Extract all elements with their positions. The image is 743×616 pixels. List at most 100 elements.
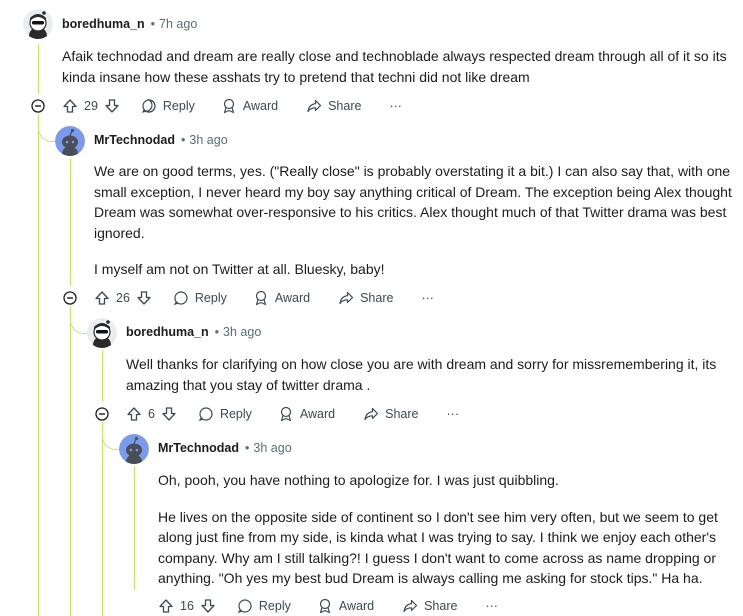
timestamp[interactable]: 3h ago <box>189 133 227 147</box>
award-icon <box>319 598 330 614</box>
timestamp[interactable]: 3h ago <box>223 325 261 339</box>
collapse-button[interactable] <box>63 291 77 305</box>
collapse-button[interactable] <box>31 99 45 113</box>
thread-line-3[interactable] <box>102 350 103 402</box>
reply-label: Reply <box>219 407 252 421</box>
award-icon <box>280 406 292 422</box>
upvote-button[interactable] <box>126 406 142 422</box>
award-button[interactable]: Award <box>317 598 374 614</box>
award-button[interactable]: Award <box>278 406 335 422</box>
avatar[interactable] <box>87 318 117 348</box>
award-button[interactable]: Award <box>253 290 310 306</box>
share-button[interactable]: Share <box>306 98 361 114</box>
comment-actions: 26 Reply Award Share ··· <box>94 288 434 308</box>
vote-count: 26 <box>116 291 130 305</box>
author-name[interactable]: boredhuma_n <box>62 17 145 31</box>
timestamp[interactable]: 7h ago <box>159 17 197 31</box>
more-icon: ··· <box>446 407 460 421</box>
share-button[interactable]: Share <box>338 290 393 306</box>
reply-label: Reply <box>258 599 291 613</box>
more-options-button[interactable]: ··· <box>485 599 498 613</box>
share-label: Share <box>424 599 458 613</box>
comment-body: Afaik technodad and dream are really clo… <box>62 46 732 87</box>
comment-body: Oh, pooh, you have nothing to apologize … <box>158 470 734 589</box>
collapse-icon <box>95 407 109 421</box>
thread-line-2b[interactable] <box>70 306 71 616</box>
downvote-button[interactable] <box>161 406 177 422</box>
avatar[interactable] <box>119 434 149 464</box>
share-icon <box>403 599 418 613</box>
snoo-avatar-icon <box>87 318 117 348</box>
collapse-icon <box>31 99 45 113</box>
thread-line-1b[interactable] <box>38 114 39 616</box>
thread-connector-2 <box>38 114 55 142</box>
separator-dot: • <box>214 325 220 339</box>
award-label: Award <box>274 291 311 305</box>
thread-connector-3 <box>70 306 87 334</box>
thread-line-4[interactable] <box>134 466 135 590</box>
comment-header: MrTechnodad • 3h ago <box>158 438 292 458</box>
downvote-button[interactable] <box>104 98 120 114</box>
avatar[interactable] <box>23 9 53 39</box>
share-button[interactable]: Share <box>402 598 457 614</box>
thread-line-2[interactable] <box>70 158 71 286</box>
thread-line-3b[interactable] <box>102 422 103 616</box>
snoo-avatar-icon <box>119 434 149 464</box>
author-name[interactable]: MrTechnodad <box>158 441 239 455</box>
comment-paragraph: We are on good terms, yes. ("Really clos… <box>94 163 732 241</box>
reply-button[interactable]: Reply <box>198 406 252 422</box>
comment-paragraph: Oh, pooh, you have nothing to apologize … <box>158 472 559 488</box>
reply-button[interactable]: Reply <box>141 98 195 114</box>
upvote-button[interactable] <box>158 598 174 614</box>
award-icon <box>223 98 234 114</box>
more-icon: ··· <box>389 99 402 113</box>
upvote-button[interactable] <box>62 98 78 114</box>
more-icon: ··· <box>421 291 434 305</box>
snoo-avatar-icon <box>55 126 85 156</box>
more-options-button[interactable]: ··· <box>389 99 402 113</box>
author-name[interactable]: boredhuma_n <box>126 325 209 339</box>
share-button[interactable]: Share <box>363 406 419 422</box>
comment-actions: 6 Reply Award Share ··· <box>126 404 459 424</box>
share-label: Share <box>385 407 419 421</box>
avatar[interactable] <box>55 126 85 156</box>
upvote-icon <box>95 291 109 305</box>
timestamp[interactable]: 3h ago <box>253 441 291 455</box>
more-icon: ··· <box>485 599 498 613</box>
comment-actions: 29 Reply Award Share ··· <box>62 96 402 116</box>
reply-icon <box>173 291 188 306</box>
downvote-icon <box>201 599 215 613</box>
vote-count: 29 <box>84 99 98 113</box>
award-label: Award <box>242 99 279 113</box>
reply-button[interactable]: Reply <box>173 290 227 306</box>
share-icon <box>364 407 379 421</box>
separator-dot: • <box>150 17 156 31</box>
upvote-button[interactable] <box>94 290 110 306</box>
upvote-icon <box>127 407 141 421</box>
comment-paragraph: Well thanks for clarifying on how close … <box>126 356 717 393</box>
comment-paragraph: I myself am not on Twitter at all. Blues… <box>94 261 385 277</box>
author-name[interactable]: MrTechnodad <box>94 133 175 147</box>
award-icon <box>255 290 266 306</box>
share-label: Share <box>328 99 362 113</box>
more-options-button[interactable]: ··· <box>421 291 434 305</box>
comment-body: Well thanks for clarifying on how close … <box>126 354 730 395</box>
reply-button[interactable]: Reply <box>237 598 291 614</box>
collapse-button[interactable] <box>95 407 109 421</box>
comment-actions: 16 Reply Award Share ··· <box>158 596 498 616</box>
share-icon <box>307 99 322 113</box>
snoo-avatar-icon <box>23 9 53 39</box>
award-button[interactable]: Award <box>221 98 278 114</box>
award-label: Award <box>338 599 375 613</box>
comment-header: boredhuma_n • 3h ago <box>126 322 261 342</box>
downvote-button[interactable] <box>200 598 216 614</box>
separator-dot: • <box>181 133 186 147</box>
thread-line-1[interactable] <box>38 44 39 94</box>
downvote-icon <box>105 99 119 113</box>
upvote-icon <box>63 99 77 113</box>
more-options-button[interactable]: ··· <box>447 407 460 421</box>
reply-icon <box>198 407 213 422</box>
upvote-icon <box>159 599 173 613</box>
downvote-button[interactable] <box>136 290 152 306</box>
reply-label: Reply <box>162 99 195 113</box>
